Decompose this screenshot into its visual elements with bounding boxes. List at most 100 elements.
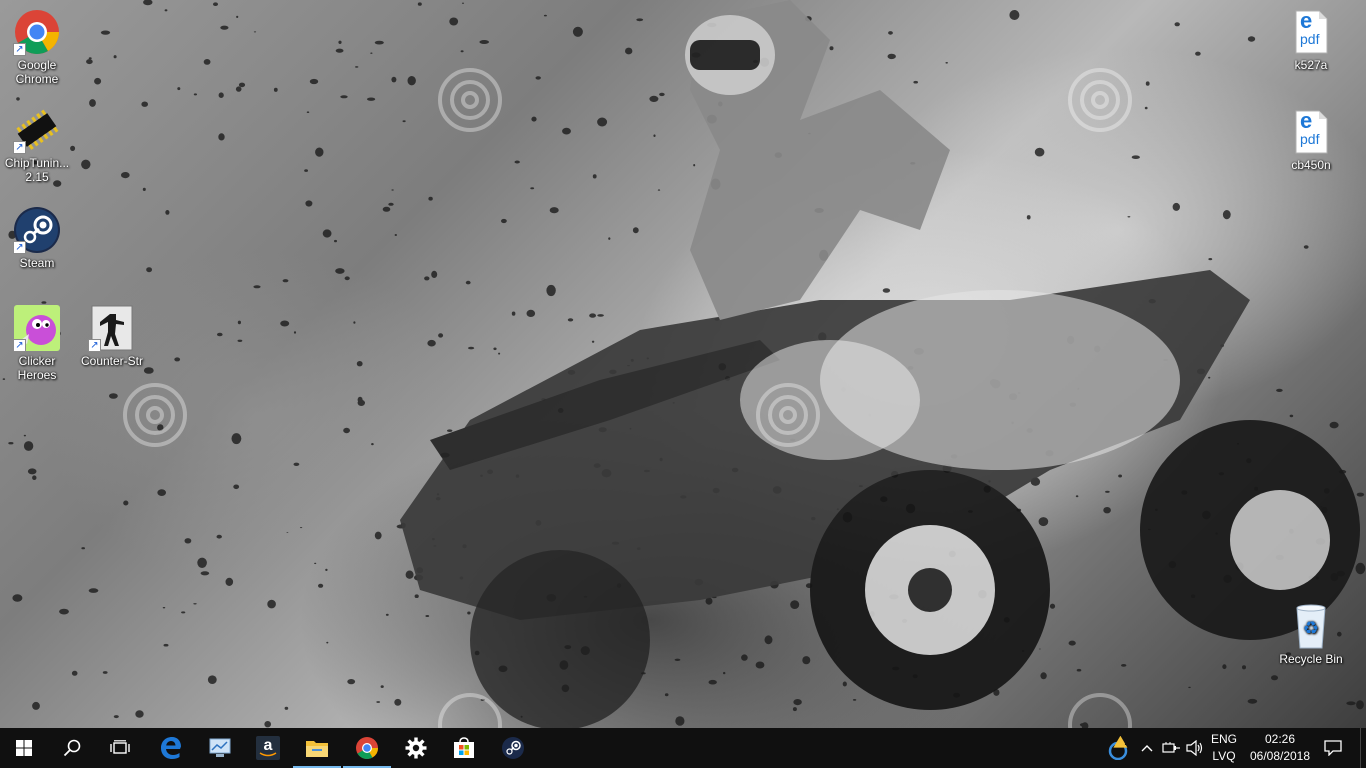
steam-icon	[502, 737, 524, 759]
mud-speck	[431, 270, 438, 278]
taskbar-control-panel-button[interactable]	[196, 728, 244, 768]
tray-volume[interactable]	[1184, 728, 1206, 768]
mud-speck	[493, 347, 497, 351]
mud-speck	[653, 134, 656, 137]
language-code: ENG	[1210, 732, 1237, 746]
mud-speck	[543, 14, 547, 17]
show-desktop-button[interactable]	[1360, 728, 1366, 768]
mud-speck	[325, 568, 328, 572]
mud-speck	[549, 207, 559, 214]
mud-speck	[236, 15, 239, 18]
desktop-icon-recycle-bin[interactable]: ♻ Recycle Bin	[1274, 602, 1348, 666]
mud-speck	[1303, 245, 1309, 249]
desktop-icon-google-chrome[interactable]: ↗ Google Chrome	[0, 8, 74, 86]
start-button[interactable]	[0, 728, 48, 768]
desktop-icon-cb450n[interactable]: e pdf cb450n	[1274, 108, 1348, 173]
mud-speck	[1118, 474, 1122, 478]
mud-speck	[23, 434, 26, 437]
mud-speck	[888, 31, 893, 35]
mud-speck	[511, 311, 516, 316]
edge-icon	[161, 737, 181, 759]
mud-speck	[428, 196, 433, 201]
desktop-icon-clicker-heroes[interactable]: ↗ Clicker Heroes	[0, 304, 74, 382]
mud-speck	[181, 611, 186, 614]
mud-speck	[253, 31, 257, 33]
mud-speck	[589, 313, 596, 318]
mud-speck	[755, 661, 765, 669]
tray-input-language[interactable]: ENG LVQ	[1206, 728, 1242, 768]
mud-speck	[674, 658, 681, 661]
taskbar-store-button[interactable]	[440, 728, 488, 768]
mud-speck	[597, 314, 604, 317]
mud-speck	[59, 608, 69, 615]
mud-speck	[1105, 490, 1110, 493]
mud-speck	[741, 654, 748, 661]
mud-speck	[1009, 10, 1020, 20]
mud-speck	[293, 331, 297, 334]
mud-speck	[177, 87, 181, 91]
mud-speck	[1247, 36, 1256, 42]
mud-speck	[162, 607, 166, 609]
mud-speck	[353, 321, 356, 324]
mud-speck	[1127, 216, 1131, 218]
desktop-icon-label: Counter-Str	[80, 354, 144, 368]
edge-pdf-icon: e pdf	[1287, 108, 1335, 156]
mud-speck	[314, 562, 317, 565]
edge-letter: e	[1300, 108, 1313, 133]
taskbar-steam-button[interactable]	[489, 728, 537, 768]
mud-speck	[347, 679, 356, 685]
mud-speck	[233, 484, 240, 490]
tray-show-hidden-icons[interactable]	[1138, 728, 1156, 768]
mud-speck	[597, 117, 608, 127]
mud-speck	[659, 92, 665, 97]
mud-speck	[123, 500, 129, 506]
desktop-icon-k527a[interactable]: e pdf k527a	[1274, 8, 1348, 72]
mud-speck	[197, 557, 207, 568]
gear-icon	[405, 737, 427, 759]
mud-speck	[424, 276, 430, 281]
mud-speck	[109, 393, 118, 399]
taskbar-chrome-button[interactable]	[343, 728, 391, 768]
mud-speck	[273, 87, 278, 92]
counter-strike-icon: ↗	[88, 304, 136, 352]
mud-speck	[675, 716, 685, 726]
mud-speck	[427, 339, 436, 347]
desktop-icon-chiptuning[interactable]: ↗ ChipTunin... 2.15	[0, 106, 74, 184]
task-view-button[interactable]	[96, 728, 144, 768]
mud-speck	[382, 206, 391, 212]
desktop-icon-counter-strike[interactable]: ↗ Counter-Str	[75, 304, 149, 368]
mud-speck	[89, 99, 96, 107]
mud-speck	[391, 76, 397, 83]
taskbar-file-explorer-button[interactable]	[293, 728, 341, 768]
mud-speck	[535, 76, 541, 80]
taskbar-edge-button[interactable]	[147, 728, 195, 768]
mud-speck	[407, 76, 416, 86]
shortcut-arrow-icon: ↗	[88, 339, 101, 352]
mud-speck	[135, 710, 144, 718]
mud-speck	[1174, 22, 1180, 27]
windows-logo-icon	[16, 740, 32, 756]
mud-speck	[16, 97, 20, 101]
control-panel-icon	[209, 738, 231, 757]
mud-speck	[501, 218, 507, 224]
mud-speck	[608, 237, 611, 240]
mud-speck	[664, 693, 669, 697]
taskbar-settings-button[interactable]	[392, 728, 440, 768]
mud-speck	[562, 127, 571, 135]
taskbar-amazon-button[interactable]: a	[244, 728, 292, 768]
mud-speck	[1145, 81, 1150, 86]
action-center-button[interactable]	[1318, 728, 1348, 768]
mud-speck	[231, 433, 242, 445]
mud-speck	[326, 641, 329, 644]
mud-speck	[315, 147, 324, 157]
mud-speck	[1247, 698, 1258, 704]
mud-speck	[414, 594, 419, 598]
mud-speck	[1222, 210, 1231, 220]
search-button[interactable]	[48, 728, 96, 768]
tray-power[interactable]	[1158, 728, 1184, 768]
mud-speck	[465, 280, 471, 285]
desktop-icon-steam[interactable]: ↗ Steam	[0, 206, 74, 270]
tray-update-warning[interactable]: !	[1102, 728, 1136, 768]
chrome-icon: ↗	[13, 8, 61, 56]
tray-clock[interactable]: 02:26 06/08/2018	[1244, 728, 1316, 768]
